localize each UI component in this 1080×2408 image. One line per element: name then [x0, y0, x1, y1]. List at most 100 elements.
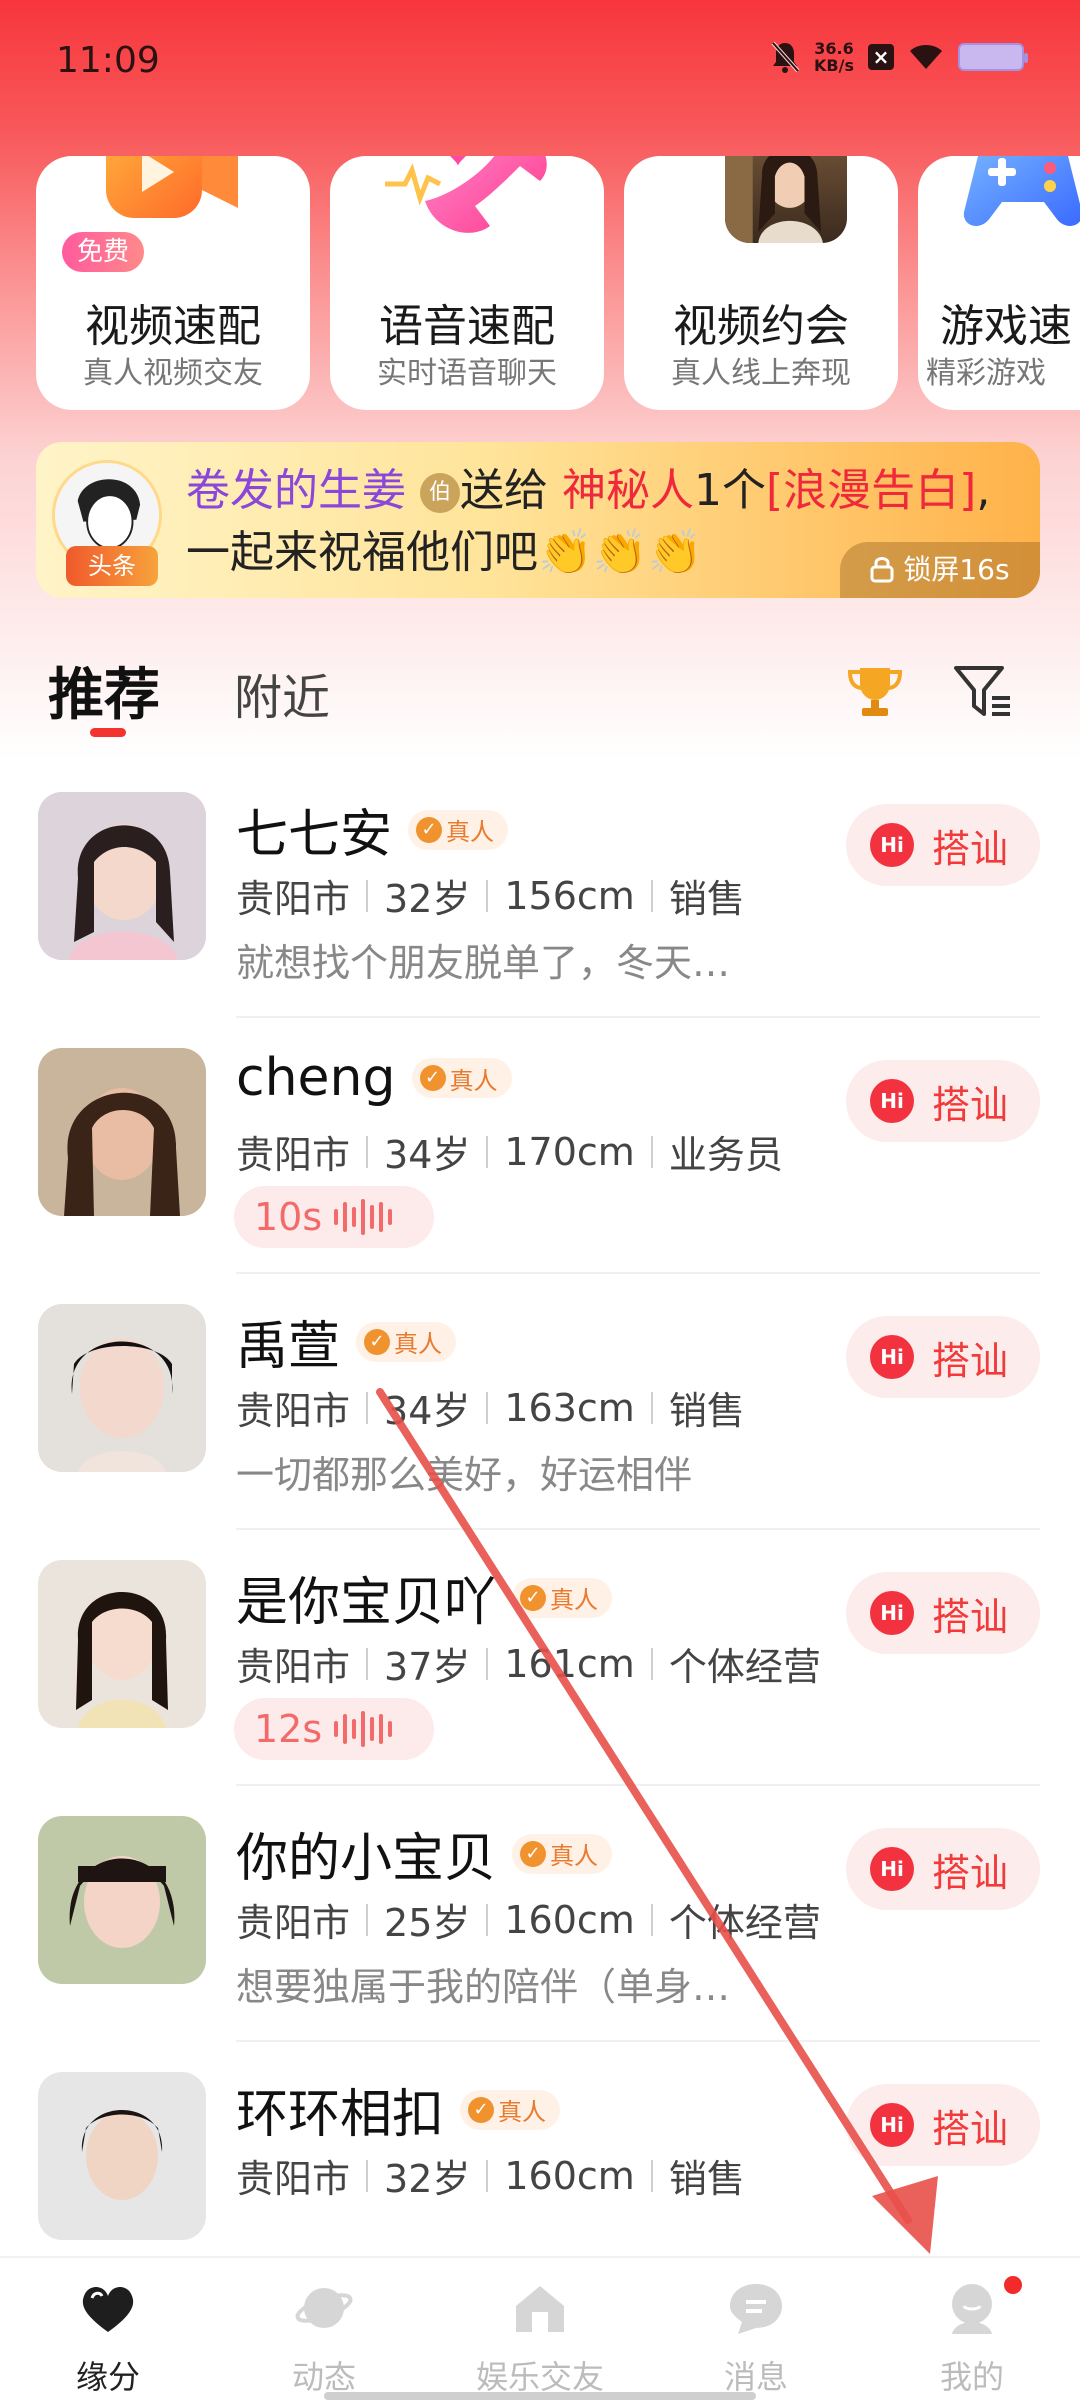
say-hi-button[interactable]: Hi 搭讪: [846, 804, 1040, 886]
user-info: 贵阳市 34岁 170cm 业务员: [236, 1124, 783, 1179]
user-name: 是你宝贝吖: [236, 1573, 497, 1633]
user-bio: 就想找个朋友脱单了，冬天…: [236, 941, 731, 985]
user-city: 贵阳市: [236, 1389, 351, 1433]
card-subtitle: 精彩游戏: [926, 356, 1046, 391]
card-title: 视频约会: [673, 301, 849, 352]
verified-check-icon: ✓: [416, 816, 443, 843]
nav-messages[interactable]: 消息: [648, 2258, 864, 2408]
hi-icon: Hi: [870, 1335, 914, 1379]
user-info: 贵阳市 37岁 161cm 个体经营: [236, 1636, 821, 1691]
verified-check-icon: ✓: [468, 2096, 495, 2123]
say-hi-button[interactable]: Hi 搭讪: [846, 1828, 1040, 1910]
receiver-name: 神秘人: [562, 465, 694, 516]
gift-headline-banner[interactable]: 头条 卷发的生姜 伯送给 神秘人1个[浪漫告白],一起来祝福他们吧👏👏👏 锁屏1…: [36, 442, 1040, 598]
user-city: 贵阳市: [236, 877, 351, 921]
feature-cards: 免费 视频速配 真人视频交友 语音速配 实时语音聊天 视频约会 真人线上奔现 游…: [36, 156, 1080, 410]
nav-entertainment[interactable]: 娱乐交友: [432, 2258, 648, 2408]
hi-icon: Hi: [870, 2103, 914, 2147]
user-name: 环环相扣: [236, 2085, 445, 2145]
avatar[interactable]: [38, 1304, 206, 1472]
avatar[interactable]: [38, 792, 206, 960]
nav-moments[interactable]: 动态: [216, 2258, 432, 2408]
status-time: 11:09: [56, 40, 160, 81]
active-tab-indicator: [90, 728, 126, 737]
user-age: 34岁: [384, 1389, 471, 1433]
card-video-date[interactable]: 视频约会 真人线上奔现: [624, 156, 898, 410]
hi-icon: Hi: [870, 1079, 914, 1123]
card-game[interactable]: 游戏速 精彩游戏: [918, 156, 1080, 410]
filter-icon[interactable]: [952, 660, 1014, 722]
user-bio: 一切都那么美好，好运相伴: [236, 1453, 693, 1497]
list-item[interactable]: 你的小宝贝 ✓ 真人 贵阳市 25岁 160cm 个体经营 想要独属于我的陪伴（单…: [0, 1786, 1080, 2042]
hi-icon: Hi: [870, 1591, 914, 1635]
verified-check-icon: ✓: [520, 1840, 547, 1867]
verified-badge: ✓ 真人: [356, 1321, 457, 1362]
verified-badge: ✓ 真人: [460, 2089, 561, 2130]
list-item[interactable]: 禹萱 ✓ 真人 贵阳市 34岁 163cm 销售 一切都那么美好，好运相伴 Hi …: [0, 1274, 1080, 1530]
say-hi-button[interactable]: Hi 搭讪: [846, 2084, 1040, 2166]
user-height: 170cm: [504, 1129, 635, 1174]
avatar[interactable]: [38, 1816, 206, 1984]
list-item[interactable]: 是你宝贝吖 ✓ 真人 贵阳市 37岁 161cm 个体经营 12s Hi 搭讪: [0, 1530, 1080, 1786]
user-city: 贵阳市: [236, 1901, 351, 1945]
user-age: 34岁: [384, 1133, 471, 1177]
wifi-icon: [910, 45, 942, 69]
trophy-icon[interactable]: [846, 662, 904, 720]
phone-heart-icon: [385, 156, 547, 233]
hi-icon: Hi: [870, 823, 914, 867]
card-voice-match[interactable]: 语音速配 实时语音聊天: [330, 156, 604, 410]
user-height: 156cm: [504, 873, 635, 918]
sound-wave-icon: [334, 1711, 393, 1747]
hi-icon: Hi: [870, 1847, 914, 1891]
tab-recommended[interactable]: 推荐: [48, 650, 160, 731]
card-video-match[interactable]: 免费 视频速配 真人视频交友: [36, 156, 310, 410]
user-city: 贵阳市: [236, 1133, 351, 1177]
avatar[interactable]: [38, 1048, 206, 1216]
headline-tag: 头条: [66, 546, 158, 586]
sound-wave-icon: [334, 1199, 393, 1235]
say-hi-button[interactable]: Hi 搭讪: [846, 1316, 1040, 1398]
user-age: 32岁: [384, 877, 471, 921]
user-info: 贵阳市 32岁 156cm 销售: [236, 868, 745, 923]
user-height: 163cm: [504, 1385, 635, 1430]
level-badge: 伯: [420, 473, 460, 513]
gamepad-icon: [963, 156, 1080, 226]
avatar[interactable]: [38, 2072, 206, 2240]
user-city: 贵阳市: [236, 2157, 351, 2201]
status-bar: 11:09 36.6 KB/s ×: [0, 0, 1080, 120]
voice-intro-button[interactable]: 12s: [234, 1698, 434, 1760]
app-notification-icon: ×: [868, 44, 894, 70]
say-hi-button[interactable]: Hi 搭讪: [846, 1060, 1040, 1142]
tab-nearby[interactable]: 附近: [234, 658, 330, 728]
verified-check-icon: ✓: [419, 1065, 446, 1091]
nav-mine[interactable]: 我的: [864, 2258, 1080, 2408]
card-subtitle: 实时语音聊天: [377, 356, 557, 391]
user-name: cheng: [236, 1048, 396, 1108]
profile-photo: [720, 156, 852, 248]
user-age: 37岁: [384, 1645, 471, 1689]
say-hi-button[interactable]: Hi 搭讪: [846, 1572, 1040, 1654]
heart-icon: [82, 2287, 134, 2332]
user-height: 160cm: [504, 2153, 635, 2198]
home-indicator[interactable]: [324, 2392, 756, 2400]
network-speed: 36.6 KB/s: [814, 39, 854, 75]
user-bio: 想要独属于我的陪伴（单身…: [236, 1965, 731, 2009]
list-item[interactable]: 七七安 ✓ 真人 贵阳市 32岁 156cm 销售 就想找个朋友脱单了，冬天… H…: [0, 762, 1080, 1018]
sender-name: 卷发的生姜: [186, 465, 406, 516]
list-item[interactable]: cheng ✓ 真人 贵阳市 34岁 170cm 业务员 10s Hi 搭讪: [0, 1018, 1080, 1274]
verified-check-icon: ✓: [364, 1328, 391, 1355]
user-height: 161cm: [504, 1641, 635, 1686]
user-name: 七七安: [236, 805, 393, 865]
avatar[interactable]: [38, 1560, 206, 1728]
voice-intro-button[interactable]: 10s: [234, 1186, 434, 1248]
user-city: 贵阳市: [236, 1645, 351, 1689]
verified-check-icon: ✓: [520, 1584, 547, 1611]
user-job: 个体经营: [668, 1645, 821, 1689]
banner-verb: 送给: [460, 465, 548, 516]
planet-icon: [295, 2288, 353, 2328]
user-age: 32岁: [384, 2157, 471, 2201]
card-subtitle: 真人线上奔现: [671, 356, 851, 391]
nav-fate[interactable]: 缘分: [0, 2258, 216, 2408]
user-info: 贵阳市 32岁 160cm 销售: [236, 2148, 745, 2203]
notification-dot: [1004, 2276, 1022, 2294]
